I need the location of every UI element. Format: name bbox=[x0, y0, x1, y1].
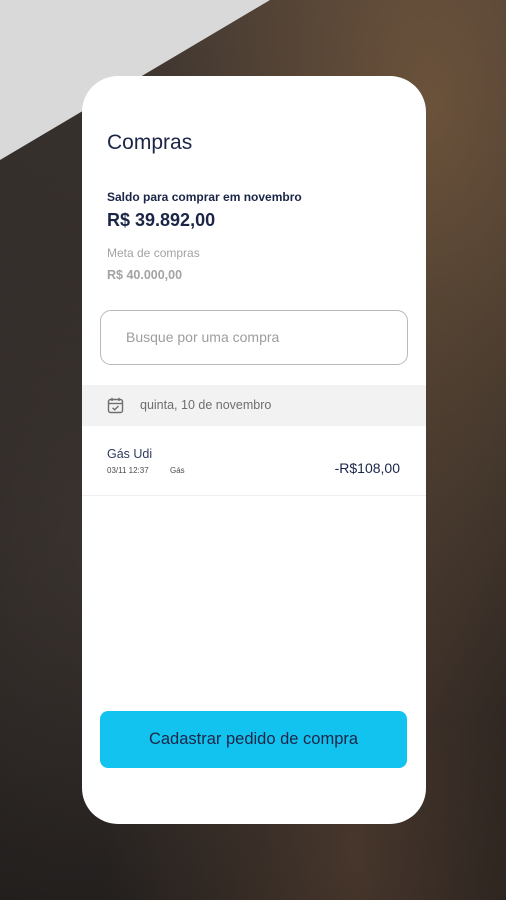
date-group-label: quinta, 10 de novembro bbox=[140, 398, 272, 412]
transaction-category: Gás bbox=[170, 466, 185, 475]
transaction-amount: -R$108,00 bbox=[334, 460, 400, 476]
page-title: Compras bbox=[107, 131, 193, 154]
goal-value: R$ 40.000,00 bbox=[107, 268, 183, 282]
main-card: Compras Saldo para comprar em novembro R… bbox=[82, 76, 426, 824]
goal-label: Meta de compras bbox=[107, 246, 200, 260]
register-purchase-button[interactable]: Cadastrar pedido de compra bbox=[100, 711, 407, 768]
calendar-icon bbox=[107, 397, 124, 414]
balance-value: R$ 39.892,00 bbox=[107, 210, 216, 230]
date-group-header: quinta, 10 de novembro bbox=[82, 385, 426, 426]
search-box[interactable] bbox=[100, 310, 408, 365]
transaction-row[interactable]: Gás Udi 03/11 12:37 Gás -R$108,00 bbox=[82, 426, 426, 496]
balance-label: Saldo para comprar em novembro bbox=[107, 190, 302, 204]
transaction-datetime: 03/11 12:37 bbox=[107, 466, 149, 475]
search-input[interactable] bbox=[126, 311, 396, 363]
transaction-name: Gás Udi bbox=[107, 447, 153, 461]
